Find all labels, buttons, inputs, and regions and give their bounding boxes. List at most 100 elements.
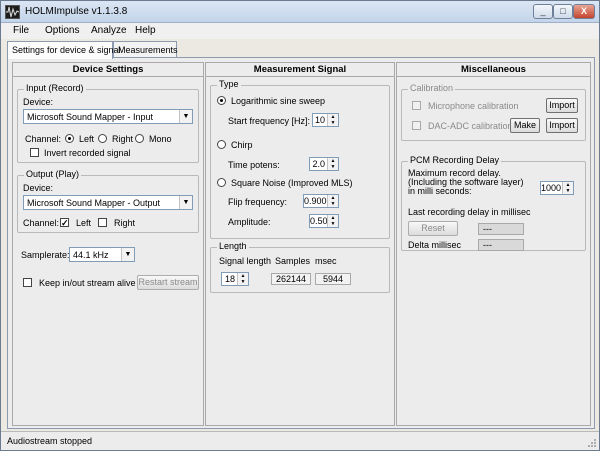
mic-import-button[interactable]: Import [546,98,578,113]
close-button[interactable]: X [573,4,595,19]
output-right-label: Right [114,218,136,228]
dac-make-button[interactable]: Make [510,118,540,133]
mic-calibration-checkbox[interactable] [412,101,421,110]
flip-frequency-label: Flip frequency: [228,197,288,207]
square-noise-radio[interactable] [217,178,226,187]
samples-label: Samples [275,256,311,266]
output-left-label: Left [76,218,92,228]
spinner-arrows-icon[interactable]: ▲ ▼ [562,182,573,194]
miscellaneous-column: Miscellaneous Calibration Microphone cal… [396,62,591,426]
output-device-value: Microsoft Sound Mapper - Output [27,198,161,208]
length-group-title: Length [217,241,249,251]
start-frequency-spinner[interactable]: 10 ▲ ▼ [312,113,339,127]
time-potens-spinner[interactable]: 2.0 ▲ ▼ [309,157,339,171]
chirp-label: Chirp [231,140,253,150]
menu-bar: File Options Analyze Help [1,23,599,39]
last-delay-value: --- [478,223,524,235]
menu-analyze[interactable]: Analyze [91,25,127,36]
samplerate-select[interactable]: 44.1 kHz ▼ [69,247,135,262]
msec-value: 5944 [315,273,351,285]
pcm-delay-group-title: PCM Recording Delay [408,155,502,165]
signal-length-value: 18 [224,274,235,284]
time-potens-label: Time potens: [228,160,280,170]
dac-calibration-checkbox[interactable] [412,121,421,130]
signal-length-spinner[interactable]: 18 ▲ ▼ [221,272,249,286]
tab-measurements[interactable]: Measurements [113,41,178,58]
restart-stream-button[interactable]: Restart stream [137,275,199,290]
spinner-arrows-icon[interactable]: ▲ ▼ [327,215,338,227]
input-mono-label: Mono [149,134,172,144]
input-right-radio[interactable] [98,134,107,143]
length-group: Length Signal length Samples msec 18 ▲ ▼ … [210,241,390,293]
invert-signal-checkbox[interactable] [30,148,39,157]
input-right-label: Right [112,134,134,144]
maximize-button[interactable]: □ [553,4,573,19]
flip-frequency-spinner[interactable]: 0.900 ▲ ▼ [303,194,339,208]
spinner-arrows-icon[interactable]: ▲ ▼ [327,195,338,207]
measurement-signal-heading: Measurement Signal [206,63,394,77]
samplerate-label: Samplerate: [21,250,70,260]
dac-import-button[interactable]: Import [546,118,578,133]
keep-alive-checkbox[interactable] [23,278,32,287]
time-potens-value: 2.0 [312,159,325,169]
spinner-arrows-icon[interactable]: ▲ ▼ [327,158,338,170]
menu-options[interactable]: Options [45,25,79,36]
mic-calibration-label: Microphone calibration [428,101,519,111]
device-settings-heading: Device Settings [13,63,203,77]
input-channel-label: Channel: [25,134,62,144]
reset-button[interactable]: Reset [408,221,458,236]
chirp-radio[interactable] [217,140,226,149]
input-left-radio[interactable] [65,134,74,143]
amplitude-value: 0.50 [310,216,328,226]
amplitude-label: Amplitude: [228,217,271,227]
window-title: HOLMImpulse v1.1.3.8 [25,6,128,17]
chevron-down-icon: ▼ [179,110,192,123]
log-sweep-radio[interactable] [217,96,226,105]
input-device-select[interactable]: Microsoft Sound Mapper - Input ▼ [23,109,193,124]
minimize-button[interactable]: _ [533,4,553,19]
invert-signal-label: Invert recorded signal [44,148,131,158]
output-channel-label: Channel: [23,218,60,228]
input-left-label: Left [79,134,95,144]
measurement-signal-column: Measurement Signal Type Logarithmic sine… [205,62,395,426]
output-device-select[interactable]: Microsoft Sound Mapper - Output ▼ [23,195,193,210]
delta-millisec-label: Delta millisec [408,240,462,250]
spinner-arrows-icon[interactable]: ▲ ▼ [237,273,248,285]
delta-millisec-value: --- [478,239,524,251]
input-device-label: Device: [23,97,54,107]
input-mono-radio[interactable] [135,134,144,143]
status-bar: Audiostream stopped [1,431,599,450]
log-sweep-label: Logarithmic sine sweep [231,96,326,106]
last-delay-label: Last recording delay in millisec [408,207,531,217]
square-noise-label: Square Noise (Improved MLS) [231,178,353,188]
input-group: Input (Record) Device: Microsoft Sound M… [17,83,199,163]
max-delay-line3: in milli seconds: [408,186,472,196]
tab-settings[interactable]: Settings for device & signal [7,41,121,59]
output-device-label: Device: [23,183,54,193]
spinner-arrows-icon[interactable]: ▲ ▼ [327,114,338,126]
type-group-title: Type [217,79,241,89]
chevron-down-icon: ▼ [121,248,134,261]
device-settings-column: Device Settings Input (Record) Device: M… [12,62,204,426]
title-bar[interactable]: HOLMImpulse v1.1.3.8 _ □ X [1,1,599,23]
calibration-group: Calibration Microphone calibration Impor… [401,83,586,141]
miscellaneous-heading: Miscellaneous [397,63,590,77]
waveform-icon [5,5,20,19]
chevron-down-icon: ▼ [179,196,192,209]
status-text: Audiostream stopped [7,436,93,446]
app-window: HOLMImpulse v1.1.3.8 _ □ X File Options … [0,0,600,451]
amplitude-spinner[interactable]: 0.50 ▲ ▼ [309,214,339,228]
output-right-checkbox[interactable] [98,218,107,227]
menu-help[interactable]: Help [135,25,156,36]
input-group-title: Input (Record) [24,83,86,93]
start-frequency-value: 10 [314,115,325,125]
samples-value: 262144 [271,273,311,285]
resize-grip-icon[interactable] [587,438,597,448]
output-left-checkbox[interactable]: ✓ [60,218,69,228]
flip-frequency-value: 0.900 [304,196,327,206]
max-delay-spinner[interactable]: 1000 ▲ ▼ [540,181,574,195]
settings-panel: Device Settings Input (Record) Device: M… [7,57,595,429]
menu-file[interactable]: File [13,25,29,36]
start-frequency-label: Start frequency [Hz]: [228,116,311,126]
msec-label: msec [315,256,337,266]
